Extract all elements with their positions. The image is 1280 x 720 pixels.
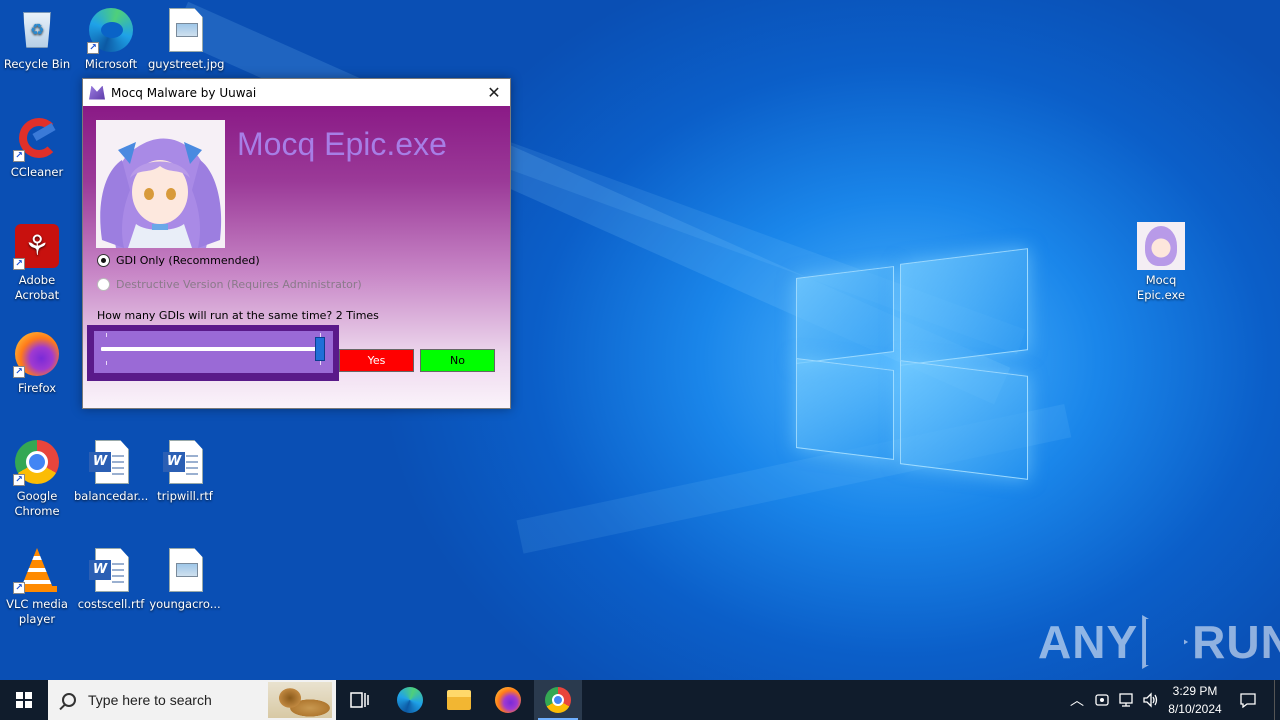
search-icon (62, 693, 76, 707)
word-doc-icon: W (161, 438, 209, 486)
meet-icon (1095, 694, 1109, 706)
desktop-icon-recycle-bin[interactable]: ♻ Recycle Bin (0, 6, 74, 72)
windows-logo (796, 242, 1028, 480)
watermark-text: RUN (1192, 616, 1280, 668)
app-icon (89, 85, 105, 100)
taskbar-chrome[interactable] (534, 680, 582, 720)
desktop-icon-label: Microsoft Edge (84, 57, 138, 71)
tray-network-button[interactable] (1118, 680, 1136, 720)
acrobat-icon: ⚘ ↗ (13, 222, 61, 270)
image-file-icon (161, 546, 209, 594)
no-button[interactable]: No (420, 349, 495, 372)
option-gdi-only[interactable]: GDI Only (Recommended) (97, 254, 260, 267)
desktop-icon-costscell[interactable]: W costscell.rtf (74, 546, 148, 612)
gdi-count-slider-frame (87, 325, 339, 381)
desktop-icon-label: tripwill.rtf (157, 489, 213, 503)
recycle-bin-icon: ♻ (13, 6, 61, 54)
taskbar-clock[interactable]: 3:29 PM 8/10/2024 (1160, 682, 1230, 718)
desktop-icon-label: Google Chrome (14, 489, 60, 518)
windows-icon (16, 692, 32, 708)
option-label: Destructive Version (Requires Administra… (116, 278, 362, 291)
app-title: Mocq Epic.exe (237, 126, 447, 162)
network-icon (1119, 693, 1133, 707)
vlc-icon: ↗ (13, 546, 61, 594)
tray-overflow-button[interactable]: ︿ (1070, 680, 1084, 720)
notification-center-button[interactable] (1232, 680, 1264, 720)
chrome-icon: ↗ (13, 438, 61, 486)
slider-thumb[interactable] (315, 337, 325, 361)
desktop-icon-tripwill[interactable]: W tripwill.rtf (148, 438, 222, 504)
file-explorer-icon (447, 690, 471, 710)
play-icon (1142, 615, 1189, 669)
radio-button (97, 278, 110, 291)
notification-icon (1240, 693, 1256, 708)
watermark-text: ANY (1038, 616, 1139, 668)
dialog-titlebar[interactable]: Mocq Malware by Uuwai ✕ (83, 79, 510, 106)
desktop-icon-label: Adobe Acrobat (14, 273, 60, 302)
desktop-icon-vlc[interactable]: ↗ VLC media player (0, 546, 74, 627)
ccleaner-icon: ↗ (13, 114, 61, 162)
desktop-icon-label: balancedar... (74, 489, 149, 503)
desktop-icon-label: Firefox (17, 381, 57, 395)
taskbar: Type here to search ︿ 3:29 PM 8/10/2024 (0, 680, 1280, 720)
desktop-icon-guystreet[interactable]: guystreet.jpg (148, 6, 225, 72)
desktop-icon-youngacro[interactable]: youngacro... (148, 546, 222, 612)
gdi-count-question: How many GDIs will run at the same time?… (97, 309, 379, 322)
search-placeholder: Type here to search (88, 692, 212, 708)
desktop-icon-adobe-acrobat[interactable]: ⚘ ↗ Adobe Acrobat (0, 222, 74, 303)
task-view-button[interactable] (336, 680, 384, 720)
anime-avatar-image (96, 120, 225, 248)
close-button[interactable]: ✕ (478, 79, 510, 106)
desktop-icon-label: Recycle Bin (3, 57, 71, 71)
firefox-icon: ↗ (13, 330, 61, 378)
taskbar-file-explorer[interactable] (435, 680, 483, 720)
desktop-icon-ccleaner[interactable]: ↗ CCleaner (0, 114, 74, 180)
option-destructive: Destructive Version (Requires Administra… (97, 278, 362, 291)
task-view-icon (350, 692, 369, 708)
edge-icon: ↗ (87, 6, 135, 54)
show-desktop-button[interactable] (1274, 680, 1280, 720)
taskbar-edge[interactable] (386, 680, 434, 720)
word-doc-icon: W (87, 546, 135, 594)
mocq-dialog: Mocq Malware by Uuwai ✕ Mocq Epic.exe GD… (82, 78, 511, 409)
volume-icon (1143, 692, 1158, 708)
clock-date: 8/10/2024 (1168, 702, 1222, 716)
desktop-icon-label: Mocq Epic.exe (1136, 273, 1186, 302)
clock-time: 3:29 PM (1172, 684, 1218, 698)
desktop-icon-mocq-epic[interactable]: Mocq Epic.exe (1124, 222, 1198, 303)
desktop-icon-firefox[interactable]: ↗ Firefox (0, 330, 74, 396)
desktop-icon-label: VLC media player (6, 597, 68, 626)
slider-track (101, 347, 317, 351)
chevron-up-icon: ︿ (1070, 693, 1084, 709)
option-label: GDI Only (Recommended) (116, 254, 260, 267)
search-highlight-image (268, 682, 332, 718)
chrome-icon (545, 687, 571, 713)
gdi-count-slider[interactable] (94, 331, 333, 373)
exe-avatar-icon (1137, 222, 1185, 270)
firefox-icon (495, 687, 521, 713)
desktop-icon-label: CCleaner (10, 165, 64, 179)
yes-button[interactable]: Yes (339, 349, 414, 372)
desktop-icon-label: guystreet.jpg (148, 57, 225, 71)
radio-button[interactable] (97, 254, 110, 267)
edge-icon (397, 687, 423, 713)
close-icon: ✕ (487, 83, 501, 102)
anyrun-watermark: ANY RUN (1038, 612, 1280, 672)
desktop-icon-label: costscell.rtf (77, 597, 145, 611)
word-doc-icon: W (87, 438, 135, 486)
start-button[interactable] (0, 680, 48, 720)
dialog-content: Mocq Epic.exe GDI Only (Recommended) Des… (83, 106, 510, 408)
desktop-icon-google-chrome[interactable]: ↗ Google Chrome (0, 438, 74, 519)
taskbar-firefox[interactable] (484, 680, 532, 720)
tray-meet-button[interactable] (1094, 680, 1110, 720)
tray-volume-button[interactable] (1142, 680, 1160, 720)
desktop-icon-balancedar[interactable]: W balancedar... (74, 438, 148, 504)
dialog-title: Mocq Malware by Uuwai (111, 85, 257, 100)
desktop-icon-microsoft-edge[interactable]: ↗ Microsoft Edge (74, 6, 148, 72)
image-file-icon (161, 6, 209, 54)
desktop-icon-label: youngacro... (149, 597, 221, 611)
search-box[interactable]: Type here to search (48, 680, 336, 720)
